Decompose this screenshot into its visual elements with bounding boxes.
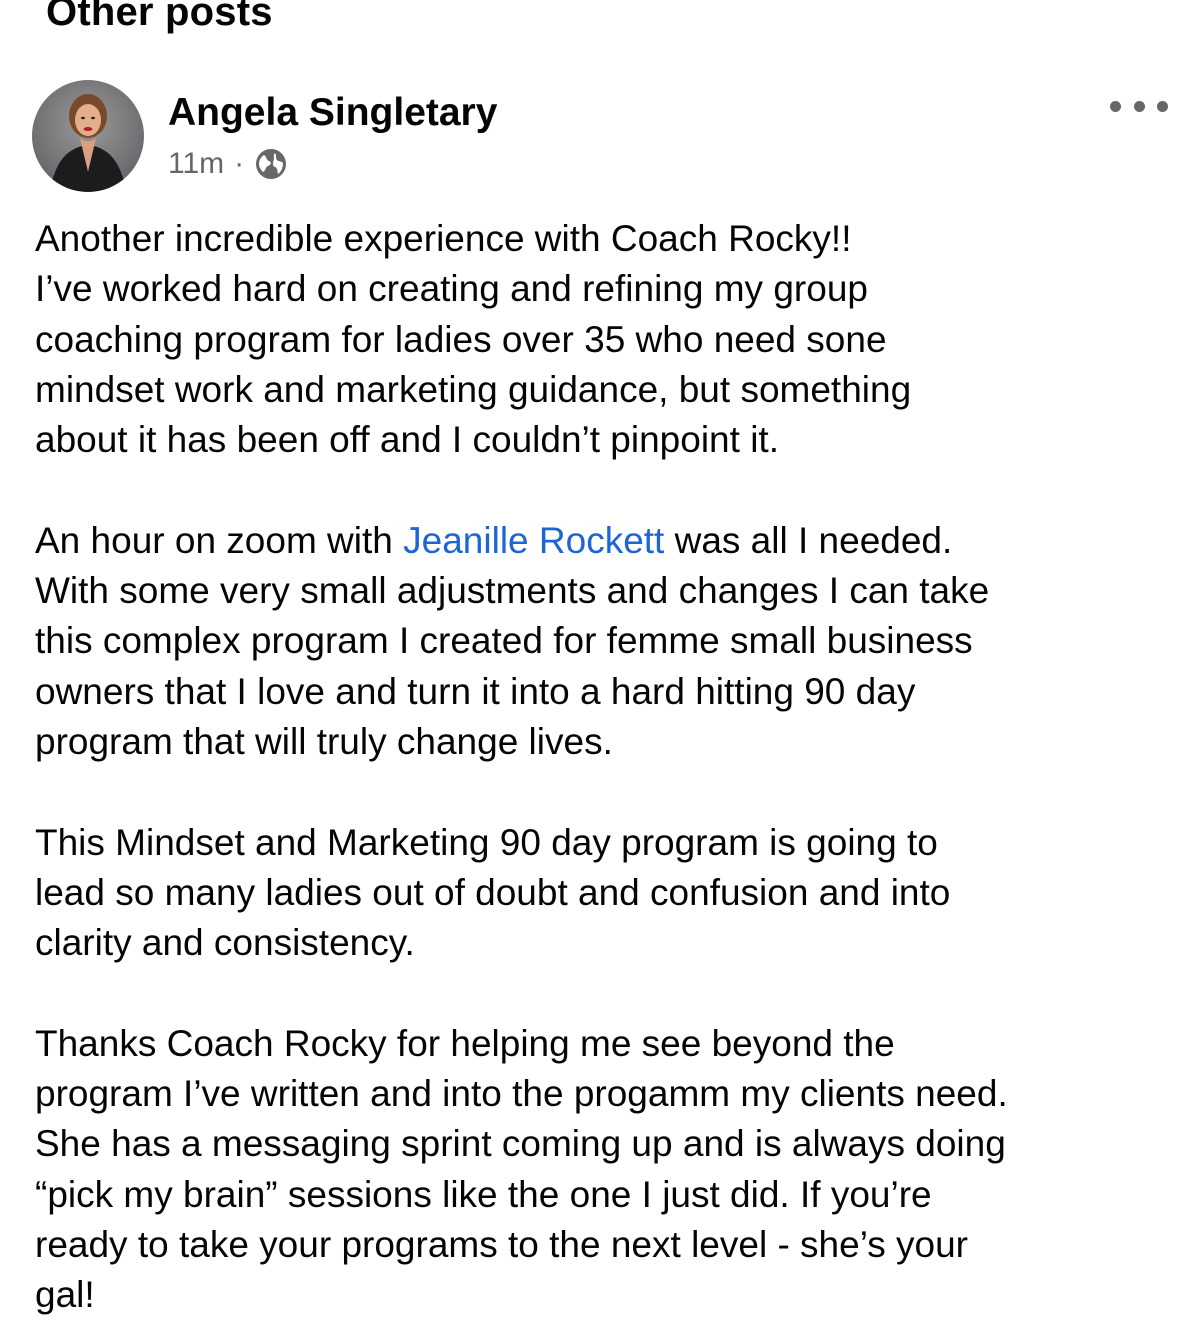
post-text-line: coaching program for ladies over 35 who … [35, 318, 887, 360]
post-body: Another incredible experience with Coach… [35, 214, 1175, 1321]
post-text-line: An hour on zoom with Jeanille Rockett wa… [35, 516, 1175, 566]
post-timestamp[interactable]: 11m [168, 147, 224, 181]
globe-icon[interactable] [254, 147, 288, 181]
author-name[interactable]: Angela Singletary [168, 90, 497, 136]
post-text-line: I’ve worked hard on creating and refinin… [35, 268, 868, 310]
post-text-line: clarity and consistency. [35, 922, 415, 964]
post-text-line: this complex program I created for femme… [35, 620, 973, 662]
post-text-line: Thanks Coach Rocky for helping me see be… [35, 1022, 895, 1064]
mention-link[interactable]: Jeanille Rockett [403, 520, 664, 561]
more-options-icon[interactable] [1110, 86, 1168, 126]
post-text-line: ready to take your programs to the next … [35, 1223, 969, 1265]
meta-separator: · [234, 147, 245, 180]
post-text-line: “pick my brain” sessions like the one I … [35, 1173, 932, 1215]
post-text-segment: was all I needed. [664, 519, 953, 561]
avatar[interactable] [32, 80, 144, 192]
post-text-line: lead so many ladies out of doubt and con… [35, 871, 951, 913]
post-text-line: mindset work and marketing guidance, but… [35, 368, 912, 410]
post-text-line: gal! [35, 1274, 95, 1316]
post-text-line: owners that I love and turn it into a ha… [35, 670, 916, 712]
post-meta: 11m · [168, 144, 288, 184]
post-header: Angela Singletary 11m · [0, 78, 1200, 196]
post-text-line: about it has been off and I couldn’t pin… [35, 419, 779, 461]
post-text-line: Another incredible experience with Coach… [35, 218, 852, 259]
profile-photo [32, 80, 144, 192]
post-text-line: She has a messaging sprint coming up and… [35, 1123, 1006, 1165]
post-text-line: program I’ve written and into the progam… [35, 1073, 1008, 1115]
section-title: Other posts [46, 0, 273, 34]
post-text-segment: An hour on zoom with [35, 519, 404, 561]
post-text-line: With some very small adjustments and cha… [35, 570, 990, 612]
post-text-line: program that will truly change lives. [35, 720, 613, 762]
post-text-line: This Mindset and Marketing 90 day progra… [35, 821, 938, 863]
